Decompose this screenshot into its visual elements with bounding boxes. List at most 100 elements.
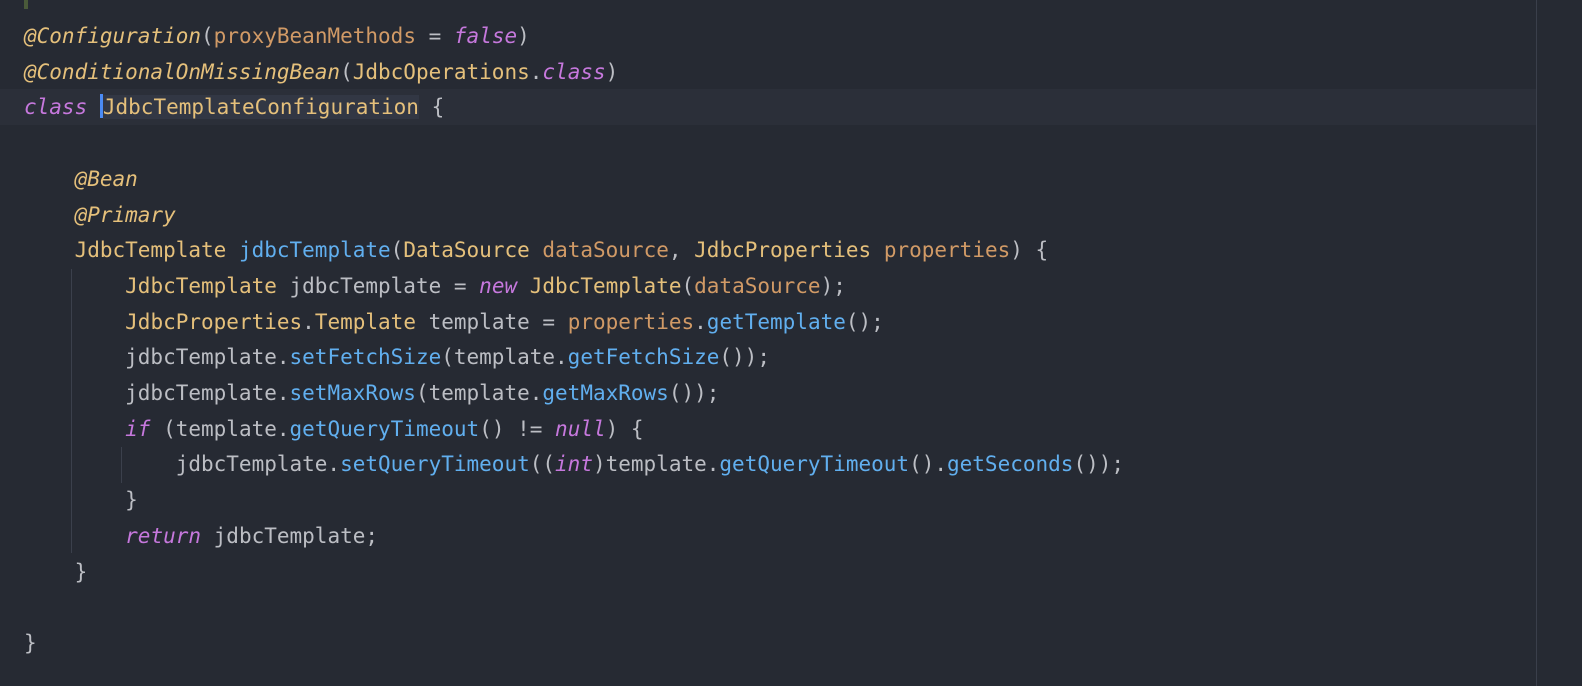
code-line[interactable]: jdbcTemplate.setFetchSize(template.getFe…	[0, 339, 1536, 375]
code-token: }	[24, 559, 88, 584]
code-line[interactable]: JdbcTemplate jdbcTemplate = new JdbcTemp…	[0, 268, 1536, 304]
code-token: }	[24, 630, 37, 655]
code-line[interactable]: @Configuration(proxyBeanMethods = false)	[0, 18, 1536, 54]
code-token: () !=	[479, 416, 556, 441]
code-token: DataSource	[403, 238, 530, 263]
code-line-text: @Bean	[24, 161, 138, 197]
code-token: class	[542, 59, 606, 84]
code-line-text: JdbcTemplate jdbcTemplate = new JdbcTemp…	[24, 268, 846, 304]
code-token: (	[390, 238, 404, 263]
code-token: properties	[567, 309, 695, 334]
code-token: false	[453, 24, 518, 48]
code-token: return	[125, 523, 202, 548]
code-token: {	[418, 95, 445, 120]
code-token: template =	[415, 309, 568, 334]
code-token: getFetchSize	[567, 345, 720, 370]
code-token: (template.	[415, 381, 543, 405]
code-line[interactable]: }	[0, 482, 1536, 518]
code-line[interactable]	[0, 125, 1536, 161]
code-token: JdbcProperties	[694, 238, 872, 263]
code-token: )template.	[592, 452, 720, 477]
indent-guide-method-body	[71, 269, 72, 553]
code-token: @Primary	[74, 202, 176, 227]
code-token: )	[517, 24, 530, 48]
code-token: (template.	[441, 345, 568, 370]
code-line[interactable]	[0, 589, 1536, 625]
code-token: jdbcTemplate.	[24, 345, 290, 370]
code-line[interactable]: class JdbcTemplateConfiguration {	[0, 89, 1536, 126]
code-line[interactable]: JdbcTemplate jdbcTemplate(DataSource dat…	[0, 232, 1536, 268]
code-line-text: jdbcTemplate.setFetchSize(template.getFe…	[24, 339, 770, 375]
indent-guide-if-body	[121, 447, 122, 483]
code-line-text: return jdbcTemplate;	[24, 518, 378, 554]
code-token: @ConditionalOnMissingBean	[24, 59, 341, 84]
code-token: JdbcTemplate	[125, 273, 277, 298]
code-token: ) {	[1010, 238, 1049, 263]
code-token: getQueryTimeout	[719, 452, 910, 477]
code-token: (	[681, 273, 695, 298]
code-token: (	[201, 24, 214, 48]
code-line-text: jdbcTemplate.setQueryTimeout((int)templa…	[24, 446, 1124, 482]
code-line[interactable]: jdbcTemplate.setQueryTimeout((int)templa…	[0, 446, 1536, 482]
code-token: getMaxRows	[542, 381, 669, 405]
code-token: JdbcTemplate	[74, 238, 227, 263]
code-token: setQueryTimeout	[340, 452, 530, 477]
code-line[interactable]: }	[0, 554, 1536, 590]
code-token: ((	[529, 452, 556, 477]
code-token: .	[694, 309, 707, 334]
code-line[interactable]: @Primary	[0, 197, 1536, 233]
code-line[interactable]: }	[0, 625, 1536, 661]
code-token: dataSource	[542, 238, 669, 263]
code-line[interactable]: JdbcProperties.Template template = prope…	[0, 304, 1536, 340]
code-line[interactable]: @Bean	[0, 161, 1536, 197]
code-token: getTemplate	[706, 309, 846, 334]
code-line-text: }	[24, 554, 88, 590]
code-token: )	[605, 59, 619, 84]
code-token: class	[24, 95, 88, 120]
editor-scroll-gutter[interactable]	[1537, 0, 1582, 686]
code-line-text: @Configuration(proxyBeanMethods = false)	[24, 18, 530, 54]
code-token: ) {	[605, 416, 644, 441]
code-token: ());	[1073, 452, 1125, 477]
code-line-text: JdbcProperties.Template template = prope…	[24, 304, 884, 340]
code-token: Template	[314, 309, 416, 334]
code-token: ,	[668, 238, 695, 263]
code-token: (template.	[150, 416, 290, 441]
code-token: setFetchSize	[289, 345, 442, 370]
code-line[interactable]: return jdbcTemplate;	[0, 518, 1536, 554]
code-token: setMaxRows	[289, 381, 416, 405]
code-token: JdbcProperties	[125, 309, 303, 334]
code-line-text: JdbcTemplate jdbcTemplate(DataSource dat…	[24, 232, 1049, 268]
code-editor[interactable]: @Configuration(proxyBeanMethods = false)…	[0, 0, 1582, 686]
code-line-text: }	[24, 625, 37, 661]
code-token: jdbcTemplate	[238, 238, 391, 263]
code-token: @Configuration	[24, 24, 202, 48]
code-token: ());	[719, 345, 770, 370]
code-token: .	[302, 309, 315, 334]
code-token: int	[555, 452, 593, 477]
code-line[interactable]: @ConditionalOnMissingBean(JdbcOperations…	[0, 54, 1536, 90]
code-token: JdbcTemplate	[529, 273, 682, 298]
code-token: new	[479, 273, 518, 298]
code-token: getSeconds	[947, 452, 1074, 477]
code-line-text: jdbcTemplate.setMaxRows(template.getMaxR…	[24, 375, 719, 411]
code-token: );	[820, 273, 846, 298]
code-token: ();	[845, 309, 884, 334]
code-line[interactable]: jdbcTemplate.setMaxRows(template.getMaxR…	[0, 375, 1536, 411]
code-token: if	[125, 416, 151, 441]
code-line-text: class JdbcTemplateConfiguration {	[24, 89, 444, 125]
code-token: ().	[909, 452, 947, 477]
code-line[interactable]: if (template.getQueryTimeout() != null) …	[0, 411, 1536, 447]
